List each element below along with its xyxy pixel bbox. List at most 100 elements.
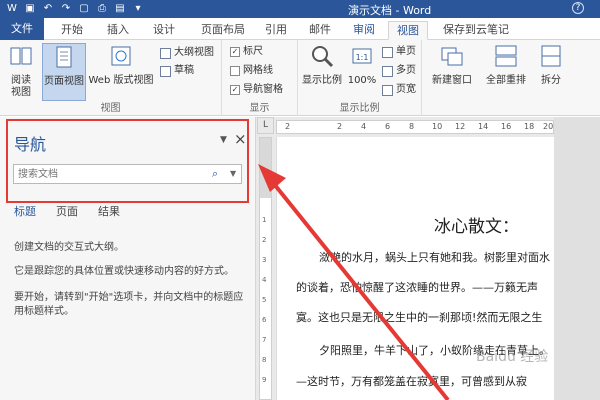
more-icon[interactable]: ▾ bbox=[132, 3, 144, 15]
new-window-icon bbox=[441, 47, 463, 66]
quick-access-toolbar: W ▣ ↶ ↷ ▢ ⎙ ▤ ▾ bbox=[6, 2, 144, 16]
checked-icon: ✓ bbox=[230, 47, 240, 57]
nav-help-text-2: 它是跟踪您的具体位置或快速移动内容的好方式。 bbox=[14, 266, 234, 277]
watermark: Baidu 经验 bbox=[476, 349, 549, 365]
hundred-percent-icon: 1:1 bbox=[352, 48, 372, 64]
ruler-number: 4 bbox=[361, 122, 367, 131]
split-icon bbox=[541, 45, 561, 67]
ruler-number: 12 bbox=[455, 122, 466, 131]
svg-text:1:1: 1:1 bbox=[356, 53, 369, 62]
show-group: ✓ 标尺 网格线 ✓ 导航窗格 显示 bbox=[222, 40, 298, 116]
page-width-icon bbox=[382, 84, 393, 96]
multi-page-button[interactable]: 多页 bbox=[382, 64, 416, 78]
web-layout-button[interactable]: Web 版式视图 bbox=[88, 43, 154, 87]
tab-references[interactable]: 引用 bbox=[258, 21, 294, 40]
right-gutter bbox=[554, 117, 600, 400]
tab-mailings[interactable]: 邮件 bbox=[302, 21, 338, 40]
horizontal-ruler: 2 2 4 6 8 10 12 14 16 18 20 bbox=[276, 120, 554, 134]
magnifier-icon bbox=[312, 46, 334, 68]
nav-pane-tabs: 标题 页面 结果 bbox=[14, 203, 120, 219]
checked-icon: ✓ bbox=[230, 85, 240, 95]
ruler-number: 20 bbox=[543, 122, 554, 131]
one-page-icon bbox=[382, 46, 393, 58]
print-icon[interactable]: ⎙ bbox=[96, 3, 108, 15]
nav-tab-results[interactable]: 结果 bbox=[98, 203, 120, 219]
print-layout-button[interactable]: 页面视图 bbox=[42, 43, 86, 101]
arrange-icon bbox=[495, 45, 517, 67]
zoom-group: 显示比例 1:1 100% 单页 多页 页宽 显示比例 bbox=[298, 40, 422, 116]
ruler-number: 18 bbox=[524, 122, 535, 131]
ruler-number: 8 bbox=[262, 356, 267, 364]
document-line: 的谈着，恐怕惊醒了这浓睡的世界。——万籁无声 bbox=[296, 281, 538, 294]
new-doc-icon[interactable]: ▢ bbox=[78, 3, 90, 15]
ruler-number: 6 bbox=[262, 316, 267, 324]
ruler-number: 5 bbox=[262, 296, 267, 304]
document-title: 冰心散文： bbox=[434, 217, 519, 237]
read-mode-button[interactable]: 阅读 视图 bbox=[4, 43, 38, 99]
nav-help-text-1: 创建文档的交互式大纲。 bbox=[14, 242, 124, 253]
tab-review[interactable]: 审阅 bbox=[346, 21, 382, 40]
open-icon[interactable]: ▤ bbox=[114, 3, 126, 15]
nav-pane-checkbox[interactable]: ✓ 导航窗格 bbox=[230, 83, 283, 97]
nav-help-text-3: 要开始，请转到"开始"选项卡，并向文档中的标题应用标题样式。 bbox=[14, 292, 244, 317]
draft-icon bbox=[160, 65, 171, 77]
redo-icon[interactable]: ↷ bbox=[60, 3, 72, 15]
ruler-number: 3 bbox=[262, 256, 267, 264]
ruler-number: 2 bbox=[337, 122, 343, 131]
book-icon bbox=[10, 47, 32, 65]
highlight-box bbox=[6, 119, 249, 203]
tab-view[interactable]: 视图 bbox=[388, 21, 428, 40]
show-group-label: 显示 bbox=[249, 103, 270, 114]
ruler-number: 2 bbox=[262, 236, 267, 244]
globe-page-icon bbox=[111, 46, 131, 66]
multi-page-icon bbox=[382, 65, 393, 77]
help-icon[interactable]: ? bbox=[572, 2, 584, 14]
outline-icon bbox=[160, 47, 171, 59]
ruler-number: 1 bbox=[262, 216, 267, 224]
window-title: 演示文档 - Word bbox=[348, 4, 432, 17]
zoom-100-button[interactable]: 1:1 100% bbox=[346, 43, 378, 87]
ruler-number: 14 bbox=[478, 122, 489, 131]
page-width-button[interactable]: 页宽 bbox=[382, 83, 416, 97]
tab-design[interactable]: 设计 bbox=[144, 21, 184, 40]
tab-selector[interactable]: L bbox=[257, 117, 274, 134]
document-line: —这时节，万有都笼盖在寂寞里，可曾感到从寂 bbox=[296, 375, 527, 388]
ruler-number: 6 bbox=[385, 122, 391, 131]
ruler-number: 10 bbox=[432, 122, 443, 131]
tab-save-cloud[interactable]: 保存到云笔记 bbox=[436, 21, 516, 40]
nav-tab-pages[interactable]: 页面 bbox=[56, 203, 78, 219]
ribbon-tabs: 文件 开始 插入 设计 页面布局 引用 邮件 审阅 视图 保存到云笔记 bbox=[0, 18, 600, 40]
tab-home[interactable]: 开始 bbox=[52, 21, 92, 40]
save-icon[interactable]: ▣ bbox=[24, 3, 36, 15]
views-group-label: 视图 bbox=[100, 103, 121, 114]
ribbon: 阅读 视图 页面视图 Web 版式视图 大纲视图 草稿 视图 ✓ 标尺 网格线 bbox=[0, 40, 600, 116]
vertical-ruler: 1 2 3 4 5 6 7 8 9 bbox=[259, 137, 272, 400]
ruler-number: 9 bbox=[262, 376, 267, 384]
ruler-number: 16 bbox=[501, 122, 512, 131]
arrange-all-button[interactable]: 全部重排 bbox=[480, 43, 532, 87]
gridlines-checkbox[interactable]: 网格线 bbox=[230, 64, 273, 78]
outline-view-button[interactable]: 大纲视图 bbox=[160, 46, 214, 60]
ruler-number: 2 bbox=[285, 122, 291, 131]
ruler-number: 4 bbox=[262, 276, 267, 284]
document-line: 潋滟的水月，蜗头上只有她和我。树影里对面水 bbox=[319, 251, 550, 264]
page-icon bbox=[56, 46, 72, 68]
tab-file[interactable]: 文件 bbox=[0, 18, 44, 40]
split-button[interactable]: 拆分 bbox=[534, 43, 568, 87]
document-line: 寞。这也只是无限之生中的一刹那顷!然而无限之生 bbox=[296, 311, 543, 324]
tab-layout[interactable]: 页面布局 bbox=[192, 21, 254, 40]
one-page-button[interactable]: 单页 bbox=[382, 45, 416, 59]
views-group: 阅读 视图 页面视图 Web 版式视图 大纲视图 草稿 视图 bbox=[0, 40, 222, 116]
draft-view-button[interactable]: 草稿 bbox=[160, 64, 194, 78]
new-window-button[interactable]: 新建窗口 bbox=[426, 43, 478, 87]
undo-icon[interactable]: ↶ bbox=[42, 3, 54, 15]
tab-insert[interactable]: 插入 bbox=[98, 21, 138, 40]
ruler-checkbox[interactable]: ✓ 标尺 bbox=[230, 45, 263, 59]
zoom-group-label: 显示比例 bbox=[339, 103, 380, 114]
ruler-margin bbox=[260, 138, 271, 198]
nav-tab-headings[interactable]: 标题 bbox=[14, 203, 36, 219]
title-bar: W ▣ ↶ ↷ ▢ ⎙ ▤ ▾ 演示文档 - Word ? bbox=[0, 0, 600, 18]
ruler-number: 7 bbox=[262, 336, 267, 344]
ruler-number: 8 bbox=[409, 122, 415, 131]
zoom-button[interactable]: 显示比例 bbox=[300, 43, 344, 87]
